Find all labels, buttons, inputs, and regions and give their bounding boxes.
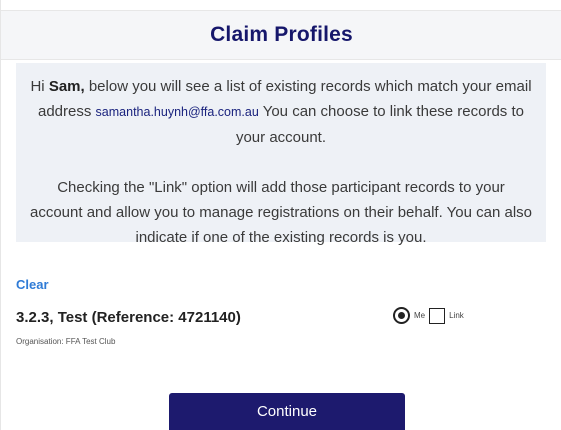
- user-email: samantha.huynh@ffa.com.au: [95, 105, 259, 119]
- page-title: Claim Profiles: [210, 23, 353, 46]
- claim-profiles-page: Claim Profiles Hi Sam, below you will se…: [0, 0, 561, 430]
- link-explanation-paragraph: Checking the "Link" option will add thos…: [30, 179, 533, 246]
- intro-text-after-email: You can choose to link these records to …: [235, 103, 524, 146]
- record-title: 3.2.3, Test (Reference: 4721140): [16, 309, 241, 326]
- clear-link[interactable]: Clear: [16, 277, 49, 292]
- link-checkbox[interactable]: [429, 307, 446, 324]
- me-radio-button[interactable]: [393, 307, 410, 324]
- intro-paragraph: Hi Sam, below you will see a list of exi…: [30, 74, 532, 150]
- radio-selected-dot: [398, 312, 405, 319]
- greeting-text: Hi: [30, 78, 49, 95]
- record-options: Me Link: [393, 307, 464, 324]
- user-name: Sam,: [48, 78, 85, 95]
- page-header: Claim Profiles: [1, 10, 561, 60]
- link-label: Link: [449, 311, 464, 320]
- continue-button[interactable]: Continue: [169, 393, 405, 430]
- info-box: Hi Sam, below you will see a list of exi…: [16, 63, 546, 246]
- record-organisation: Organisation: FFA Test Club: [16, 337, 116, 346]
- me-label: Me: [414, 311, 426, 320]
